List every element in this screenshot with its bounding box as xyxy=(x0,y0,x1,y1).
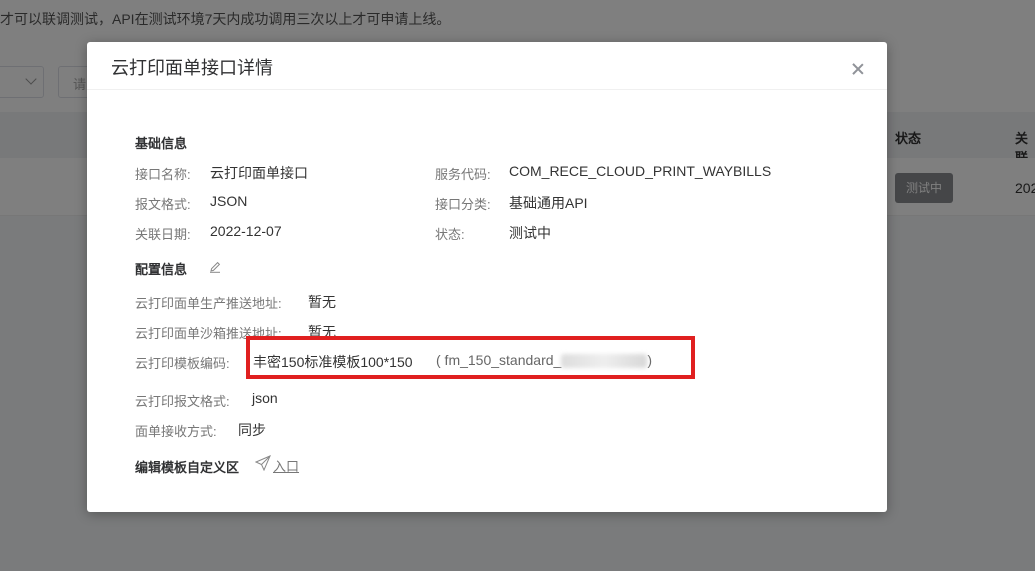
msg-format-value: json xyxy=(252,390,278,406)
service-code-label: 服务代码: xyxy=(435,167,491,182)
api-detail-modal: 云打印面单接口详情 基础信息 接口名称: 云打印面单接口 服务代码: COM_R… xyxy=(87,42,887,512)
status-label: 状态: xyxy=(435,227,465,242)
modal-title: 云打印面单接口详情 xyxy=(111,58,273,78)
category-value: 基础通用API xyxy=(509,195,588,211)
prod-push-value: 暂无 xyxy=(308,294,336,310)
edit-icon[interactable] xyxy=(209,261,221,273)
date-value: 2022-12-07 xyxy=(210,223,282,239)
format-value: JSON xyxy=(210,193,248,209)
category-label: 接口分类: xyxy=(435,197,491,212)
send-icon[interactable] xyxy=(255,455,271,471)
entry-link[interactable]: 入口 xyxy=(273,456,299,475)
api-name-label: 接口名称: xyxy=(135,167,191,182)
api-name-value: 云打印面单接口 xyxy=(210,165,308,181)
config-info-title: 配置信息 xyxy=(135,262,188,277)
date-label: 关联日期: xyxy=(135,227,191,242)
basic-info-title: 基础信息 xyxy=(135,136,188,151)
highlight-box xyxy=(246,336,695,379)
status-value: 测试中 xyxy=(509,225,551,241)
close-icon[interactable] xyxy=(851,62,865,76)
msg-format-label: 云打印报文格式: xyxy=(135,394,230,409)
modal-header: 云打印面单接口详情 xyxy=(87,42,887,90)
prod-push-label: 云打印面单生产推送地址: xyxy=(135,296,282,311)
receive-mode-label: 面单接收方式: xyxy=(135,424,217,439)
template-code-label: 云打印模板编码: xyxy=(135,356,230,371)
service-code-value: COM_RECE_CLOUD_PRINT_WAYBILLS xyxy=(509,163,772,179)
format-label: 报文格式: xyxy=(135,197,191,212)
receive-mode-value: 同步 xyxy=(238,422,266,438)
custom-area-title: 编辑模板自定义区 xyxy=(135,460,240,475)
